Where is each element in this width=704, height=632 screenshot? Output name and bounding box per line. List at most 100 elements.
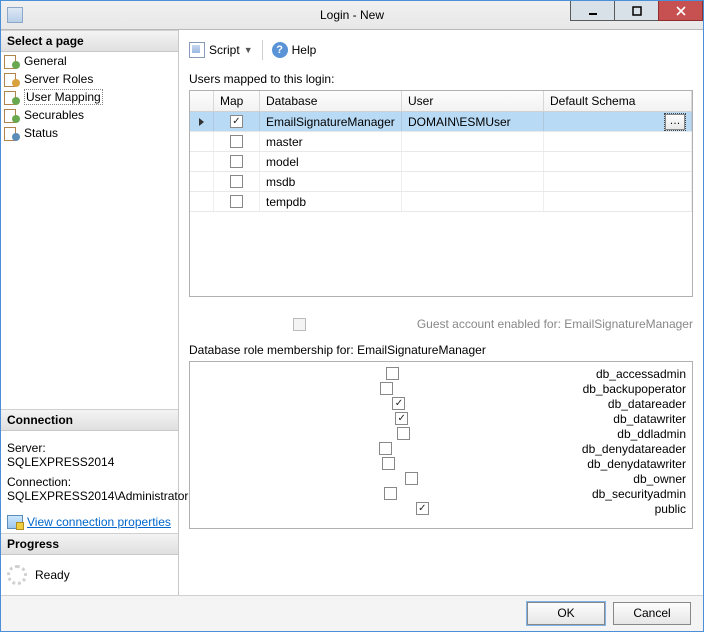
schema-cell[interactable] <box>544 152 692 171</box>
database-cell: msdb <box>260 172 402 191</box>
roles-listbox: db_accessadmindb_backupoperatordb_datare… <box>189 361 693 529</box>
schema-cell[interactable] <box>544 192 692 211</box>
role-item[interactable]: db_securityadmin <box>194 486 688 501</box>
page-item-user-mapping[interactable]: User Mapping <box>1 88 178 106</box>
current-row-icon <box>199 118 204 126</box>
row-selector <box>190 112 214 131</box>
database-cell: EmailSignatureManager <box>260 112 402 131</box>
role-item[interactable]: db_denydatawriter <box>194 456 688 471</box>
role-item[interactable]: db_denydatareader <box>194 441 688 456</box>
grid-header-schema[interactable]: Default Schema <box>544 91 692 111</box>
schema-cell[interactable] <box>544 172 692 191</box>
map-checkbox[interactable] <box>230 155 243 168</box>
role-item[interactable]: public <box>194 501 688 516</box>
role-checkbox[interactable] <box>395 412 408 425</box>
role-label: db_datawriter <box>613 412 686 426</box>
database-cell: master <box>260 132 402 151</box>
role-item[interactable]: db_owner <box>194 471 688 486</box>
database-cell: model <box>260 152 402 171</box>
page-item-general[interactable]: General <box>1 52 178 70</box>
role-checkbox[interactable] <box>380 382 393 395</box>
role-item[interactable]: db_datawriter <box>194 411 688 426</box>
progress-header: Progress <box>1 533 178 555</box>
user-cell[interactable] <box>402 132 544 151</box>
help-label: Help <box>292 43 317 57</box>
map-checkbox[interactable] <box>230 175 243 188</box>
role-item[interactable]: db_ddladmin <box>194 426 688 441</box>
role-checkbox[interactable] <box>382 457 395 470</box>
table-row[interactable]: master <box>190 132 692 152</box>
role-item[interactable]: db_datareader <box>194 396 688 411</box>
grid-header-database[interactable]: Database <box>260 91 402 111</box>
role-checkbox[interactable] <box>379 442 392 455</box>
page-item-status[interactable]: Status <box>1 124 178 142</box>
toolbar-divider <box>262 40 263 60</box>
role-label: db_accessadmin <box>596 367 686 381</box>
right-pane: Script ▼ ? Help Users mapped to this log… <box>179 30 703 595</box>
server-label: Server: <box>7 441 172 455</box>
role-checkbox[interactable] <box>405 472 418 485</box>
maximize-button[interactable] <box>614 1 659 21</box>
progress-status: Ready <box>35 568 70 582</box>
table-row[interactable]: msdb <box>190 172 692 192</box>
page-icon <box>4 107 20 123</box>
ok-button[interactable]: OK <box>527 602 605 625</box>
mapping-grid: Map Database User Default Schema EmailSi… <box>189 90 693 297</box>
title-bar: Login - New <box>1 1 703 30</box>
toolbar: Script ▼ ? Help <box>189 38 693 68</box>
page-icon <box>4 89 20 105</box>
map-checkbox[interactable] <box>230 115 243 128</box>
script-button[interactable]: Script ▼ <box>189 42 253 58</box>
role-label: db_denydatareader <box>582 442 686 456</box>
page-icon <box>4 125 20 141</box>
role-checkbox[interactable] <box>416 502 429 515</box>
connection-label: Connection: <box>7 475 172 489</box>
guest-account-checkbox <box>293 318 306 331</box>
map-checkbox[interactable] <box>230 135 243 148</box>
close-button[interactable] <box>658 1 703 21</box>
page-label: Securables <box>24 108 84 122</box>
script-label: Script <box>209 43 240 57</box>
connection-value: SQLEXPRESS2014\Administrator <box>7 489 172 503</box>
grid-header-map[interactable]: Map <box>214 91 260 111</box>
table-row[interactable]: model <box>190 152 692 172</box>
role-label: db_backupoperator <box>583 382 686 396</box>
table-row[interactable]: EmailSignatureManagerDOMAIN\ESMUser … <box>190 112 692 132</box>
page-item-securables[interactable]: Securables <box>1 106 178 124</box>
minimize-button[interactable] <box>570 1 615 21</box>
server-value: SQLEXPRESS2014 <box>7 455 172 469</box>
page-item-server-roles[interactable]: Server Roles <box>1 70 178 88</box>
role-checkbox[interactable] <box>384 487 397 500</box>
page-list: General Server Roles User Mapping Secura… <box>1 52 178 142</box>
role-label: db_securityadmin <box>592 487 686 501</box>
role-item[interactable]: db_accessadmin <box>194 366 688 381</box>
database-cell: tempdb <box>260 192 402 211</box>
user-cell[interactable] <box>402 152 544 171</box>
grid-header-selector <box>190 91 214 111</box>
grid-header-user[interactable]: User <box>402 91 544 111</box>
user-cell[interactable] <box>402 192 544 211</box>
user-cell[interactable]: DOMAIN\ESMUser <box>402 112 544 131</box>
role-checkbox[interactable] <box>397 427 410 440</box>
page-label: General <box>24 54 67 68</box>
script-icon <box>189 42 205 58</box>
schema-browse-button[interactable]: … <box>665 114 685 130</box>
role-checkbox[interactable] <box>392 397 405 410</box>
page-label: User Mapping <box>24 89 103 105</box>
row-selector <box>190 132 214 151</box>
connection-header: Connection <box>1 409 178 431</box>
row-selector <box>190 192 214 211</box>
cancel-button[interactable]: Cancel <box>613 602 691 625</box>
map-checkbox[interactable] <box>230 195 243 208</box>
role-label: db_denydatawriter <box>587 457 686 471</box>
role-checkbox[interactable] <box>386 367 399 380</box>
left-pane: Select a page General Server Roles User … <box>1 30 179 595</box>
schema-cell[interactable]: … <box>544 112 692 131</box>
user-cell[interactable] <box>402 172 544 191</box>
row-selector <box>190 152 214 171</box>
role-item[interactable]: db_backupoperator <box>194 381 688 396</box>
schema-cell[interactable] <box>544 132 692 151</box>
view-connection-properties-link[interactable]: View connection properties <box>27 515 171 529</box>
help-button[interactable]: ? Help <box>272 42 317 58</box>
table-row[interactable]: tempdb <box>190 192 692 212</box>
